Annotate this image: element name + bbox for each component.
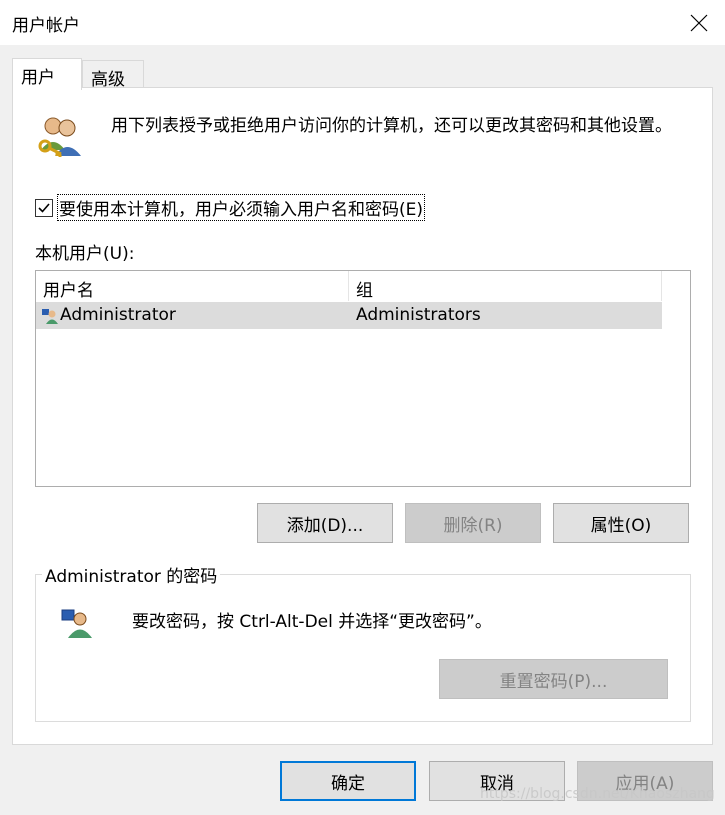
- local-users-label: 本机用户(U):: [35, 244, 135, 264]
- close-icon: [690, 14, 708, 31]
- cell-group: Administrators: [356, 305, 481, 325]
- list-header: 用户名 组: [36, 271, 662, 301]
- users-keys-icon: [38, 117, 81, 157]
- require-login-checkbox[interactable]: [35, 198, 53, 217]
- ok-button[interactable]: 确定: [280, 761, 416, 801]
- intro-text: 用下列表授予或拒绝用户访问你的计算机，还可以更改其密码和其他设置。: [111, 116, 672, 136]
- require-login-row: 要使用本计算机，用户必须输入用户名和密码(E): [35, 194, 426, 221]
- cell-username: Administrator: [60, 305, 176, 325]
- password-group-title: Administrator 的密码: [42, 562, 221, 587]
- close-button[interactable]: [673, 0, 725, 45]
- watermark: https://blog.csdn.net/Khaoszhang: [480, 786, 715, 802]
- title-bar: 用户帐户: [0, 0, 725, 45]
- reset-password-button[interactable]: 重置密码(P)...: [439, 659, 668, 699]
- properties-button[interactable]: 属性(O): [553, 503, 689, 543]
- password-groupbox: Administrator 的密码 要改密码，按 Ctrl-Alt-Del 并选…: [35, 562, 691, 722]
- column-header-group[interactable]: 组: [349, 271, 662, 301]
- column-header-username[interactable]: 用户名: [36, 271, 349, 301]
- user-icon: [42, 309, 58, 324]
- remove-user-button[interactable]: 删除(R): [405, 503, 541, 543]
- require-login-label[interactable]: 要使用本计算机，用户必须输入用户名和密码(E): [57, 194, 426, 221]
- checkmark-icon: [38, 202, 50, 213]
- user-password-icon: [61, 609, 92, 638]
- table-row[interactable]: Administrator Administrators: [36, 302, 662, 329]
- users-tab-panel: 用下列表授予或拒绝用户访问你的计算机，还可以更改其密码和其他设置。 要使用本计算…: [12, 87, 713, 745]
- add-user-button[interactable]: 添加(D)...: [257, 503, 393, 543]
- window-title: 用户帐户: [12, 16, 80, 36]
- users-list[interactable]: 用户名 组 Administrator Administrators: [35, 270, 691, 487]
- change-password-hint: 要改密码，按 Ctrl-Alt-Del 并选择“更改密码”。: [132, 612, 492, 632]
- tab-users[interactable]: 用户: [12, 58, 82, 90]
- tab-advanced[interactable]: 高级: [82, 60, 144, 90]
